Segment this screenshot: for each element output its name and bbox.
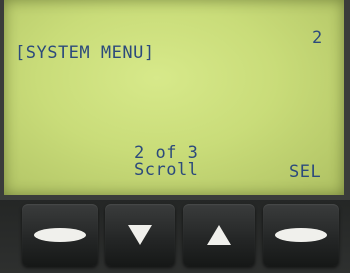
scroll-softkey-label: Scroll bbox=[134, 160, 199, 180]
softkey-row bbox=[0, 204, 350, 273]
scroll-up-button[interactable] bbox=[183, 204, 255, 266]
softkey-1-button[interactable] bbox=[22, 204, 98, 266]
arrow-down-icon bbox=[128, 225, 152, 245]
dash-icon bbox=[34, 228, 86, 242]
device-panel: [SYSTEM MENU] 2 2 of 3 Scroll SEL bbox=[0, 0, 350, 273]
lcd-screen: [SYSTEM MENU] 2 2 of 3 Scroll SEL bbox=[4, 0, 344, 195]
page-number: 2 bbox=[312, 28, 323, 48]
scroll-down-button[interactable] bbox=[105, 204, 175, 266]
lcd-bezel: [SYSTEM MENU] 2 2 of 3 Scroll SEL bbox=[0, 0, 350, 200]
arrow-up-icon bbox=[207, 225, 231, 245]
select-softkey-label: SEL bbox=[289, 162, 322, 182]
menu-title: [SYSTEM MENU] bbox=[15, 43, 155, 63]
dash-icon bbox=[275, 228, 327, 242]
select-button[interactable] bbox=[263, 204, 339, 266]
